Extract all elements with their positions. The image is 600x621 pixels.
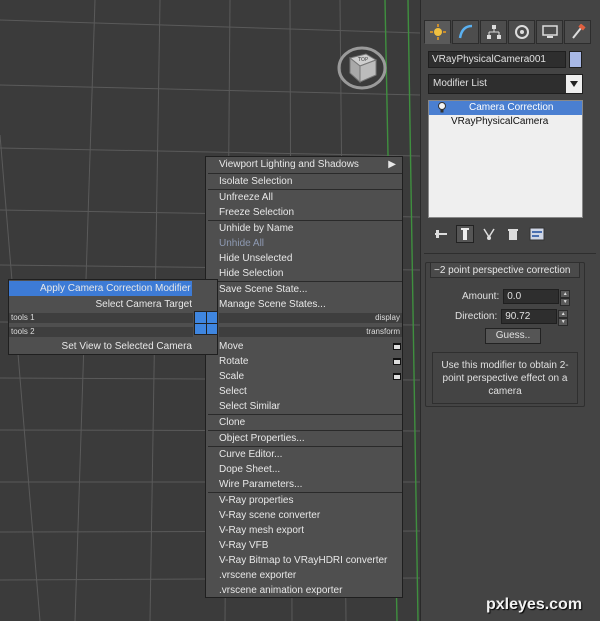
stack-toolbar <box>432 224 582 244</box>
utilities-icon <box>571 24 586 39</box>
chevron-right-icon: ▶ <box>388 159 396 170</box>
transform-quad-header: transform <box>219 327 402 337</box>
motion-icon <box>514 25 529 39</box>
menu-item-rotate[interactable]: Rotate <box>206 354 248 369</box>
stack-item-vrayphysicalcamera[interactable]: VRayPhysicalCamera <box>429 115 582 129</box>
settings-box-icon[interactable] <box>393 358 401 365</box>
stack-item-label: VRayPhysicalCamera <box>451 116 549 127</box>
hierarchy-tab[interactable] <box>480 20 507 44</box>
watermark-text: pxleyes.com <box>486 596 583 613</box>
menu-item-vray-bitmap-converter[interactable]: V-Ray Bitmap to VRayHDRI converter <box>206 553 387 568</box>
display-quad-header: display <box>219 313 402 323</box>
menu-item-apply-camera-correction[interactable]: Apply Camera Correction Modifier <box>9 281 192 296</box>
lightbulb-icon[interactable] <box>437 102 447 114</box>
direction-value: 90.72 <box>505 310 531 322</box>
menu-item-save-scene-state[interactable]: Save Scene State... <box>206 282 307 297</box>
modifier-list-label: Modifier List <box>433 78 487 89</box>
spinner-down-icon[interactable]: ▼ <box>558 317 569 326</box>
make-unique-button[interactable] <box>480 225 498 243</box>
menu-item-viewport-lighting[interactable]: Viewport Lighting and Shadows ▶ <box>206 157 402 172</box>
stack-item-camera-correction[interactable]: Camera Correction <box>429 101 582 115</box>
amount-spinner[interactable]: 0.0 ▲ ▼ <box>503 288 571 306</box>
spinner-down-icon[interactable]: ▼ <box>560 297 571 306</box>
menu-item-select[interactable]: Select <box>206 384 247 399</box>
menu-item-isolate-selection[interactable]: Isolate Selection <box>206 174 292 189</box>
menu-item-vrscene-animation-exporter[interactable]: .vrscene animation exporter <box>206 583 342 598</box>
stack-item-label: Camera Correction <box>469 102 554 113</box>
guess-button[interactable]: Guess.. <box>485 328 541 344</box>
menu-item-unhide-all: Unhide All <box>219 238 265 249</box>
menu-item-vray-scene-converter[interactable]: V-Ray scene converter <box>206 508 320 523</box>
menu-item-object-properties[interactable]: Object Properties... <box>206 431 305 446</box>
settings-box-icon[interactable] <box>393 373 401 380</box>
menu-item-scale[interactable]: Scale <box>206 369 244 384</box>
menu-item-clone[interactable]: Clone <box>206 415 245 430</box>
menu-item-unhide-by-name[interactable]: Unhide by Name <box>206 221 293 236</box>
modifier-list-dropdown[interactable]: Modifier List <box>428 74 583 94</box>
create-tab[interactable] <box>424 20 451 44</box>
amount-row: Amount: 0.0 ▲ ▼ <box>462 288 580 306</box>
pin-stack-button[interactable] <box>432 225 450 243</box>
command-panel-tabs <box>424 20 600 44</box>
menu-item-set-view-to-selected-camera[interactable]: Set View to Selected Camera <box>62 339 192 354</box>
menu-item-select-camera-target[interactable]: Select Camera Target <box>95 297 192 312</box>
modifier-stack: Camera Correction VRayPhysicalCamera <box>428 100 583 218</box>
trash-icon <box>508 229 518 240</box>
menu-item-vray-vfb[interactable]: V-Ray VFB <box>206 538 268 553</box>
amount-value: 0.0 <box>507 290 522 302</box>
show-end-result-button[interactable] <box>456 225 474 243</box>
viewcube-icon[interactable]: TOP <box>336 40 388 92</box>
modifier-hint-text: Use this modifier to obtain 2-point pers… <box>432 352 578 404</box>
object-name-field[interactable]: VRayPhysicalCamera001 <box>428 51 566 68</box>
motion-tab[interactable] <box>508 20 535 44</box>
quad-menu-left: Apply Camera Correction Modifier Select … <box>8 279 218 355</box>
hierarchy-icon <box>486 25 501 39</box>
make-unique-icon <box>483 228 495 240</box>
amount-label: Amount: <box>462 290 500 302</box>
menu-item-select-similar[interactable]: Select Similar <box>206 399 280 414</box>
menu-item-vray-properties[interactable]: V-Ray properties <box>206 493 293 508</box>
modify-tab[interactable] <box>452 20 479 44</box>
object-color-swatch[interactable] <box>569 51 582 68</box>
quad-menu-center-icon <box>194 311 218 335</box>
direction-row: Direction: 90.72 ▲ ▼ <box>455 308 580 326</box>
chevron-down-icon[interactable] <box>566 75 582 93</box>
menu-item-dope-sheet[interactable]: Dope Sheet... <box>206 462 280 477</box>
pin-icon <box>435 230 447 238</box>
settings-box-icon[interactable] <box>393 343 401 350</box>
modify-icon <box>458 24 472 39</box>
configure-modifier-sets-button[interactable] <box>528 225 546 243</box>
direction-label: Direction: <box>455 310 498 322</box>
display-tab[interactable] <box>536 20 563 44</box>
tools1-quad-header: tools 1 <box>9 313 193 323</box>
show-end-result-icon <box>461 228 469 240</box>
spinner-up-icon[interactable]: ▲ <box>558 309 569 318</box>
direction-spinner[interactable]: 90.72 ▲ ▼ <box>501 308 569 326</box>
spinner-up-icon[interactable]: ▲ <box>560 289 571 298</box>
utilities-tab[interactable] <box>564 20 591 44</box>
menu-item-manage-scene-states[interactable]: Manage Scene States... <box>206 297 326 312</box>
menu-item-wire-parameters[interactable]: Wire Parameters... <box>206 477 302 492</box>
menu-item-freeze-selection[interactable]: Freeze Selection <box>206 205 294 220</box>
panel-divider <box>424 253 596 254</box>
menu-item-curve-editor[interactable]: Curve Editor... <box>206 447 282 462</box>
menu-item-unfreeze-all[interactable]: Unfreeze All <box>206 190 273 205</box>
quad-menu-right: Viewport Lighting and Shadows ▶ Isolate … <box>205 156 403 598</box>
tools2-quad-header: tools 2 <box>9 327 193 337</box>
viewcube-label: TOP <box>357 57 368 63</box>
configure-sets-icon <box>529 227 545 241</box>
menu-item-vray-mesh-export[interactable]: V-Ray mesh export <box>206 523 304 538</box>
menu-item-hide-unselected[interactable]: Hide Unselected <box>206 251 292 266</box>
rollout-title[interactable]: −2 point perspective correction <box>430 262 580 278</box>
remove-modifier-button[interactable] <box>504 225 522 243</box>
menu-item-vrscene-exporter[interactable]: .vrscene exporter <box>206 568 296 583</box>
display-icon <box>541 25 558 38</box>
create-icon <box>429 24 446 40</box>
